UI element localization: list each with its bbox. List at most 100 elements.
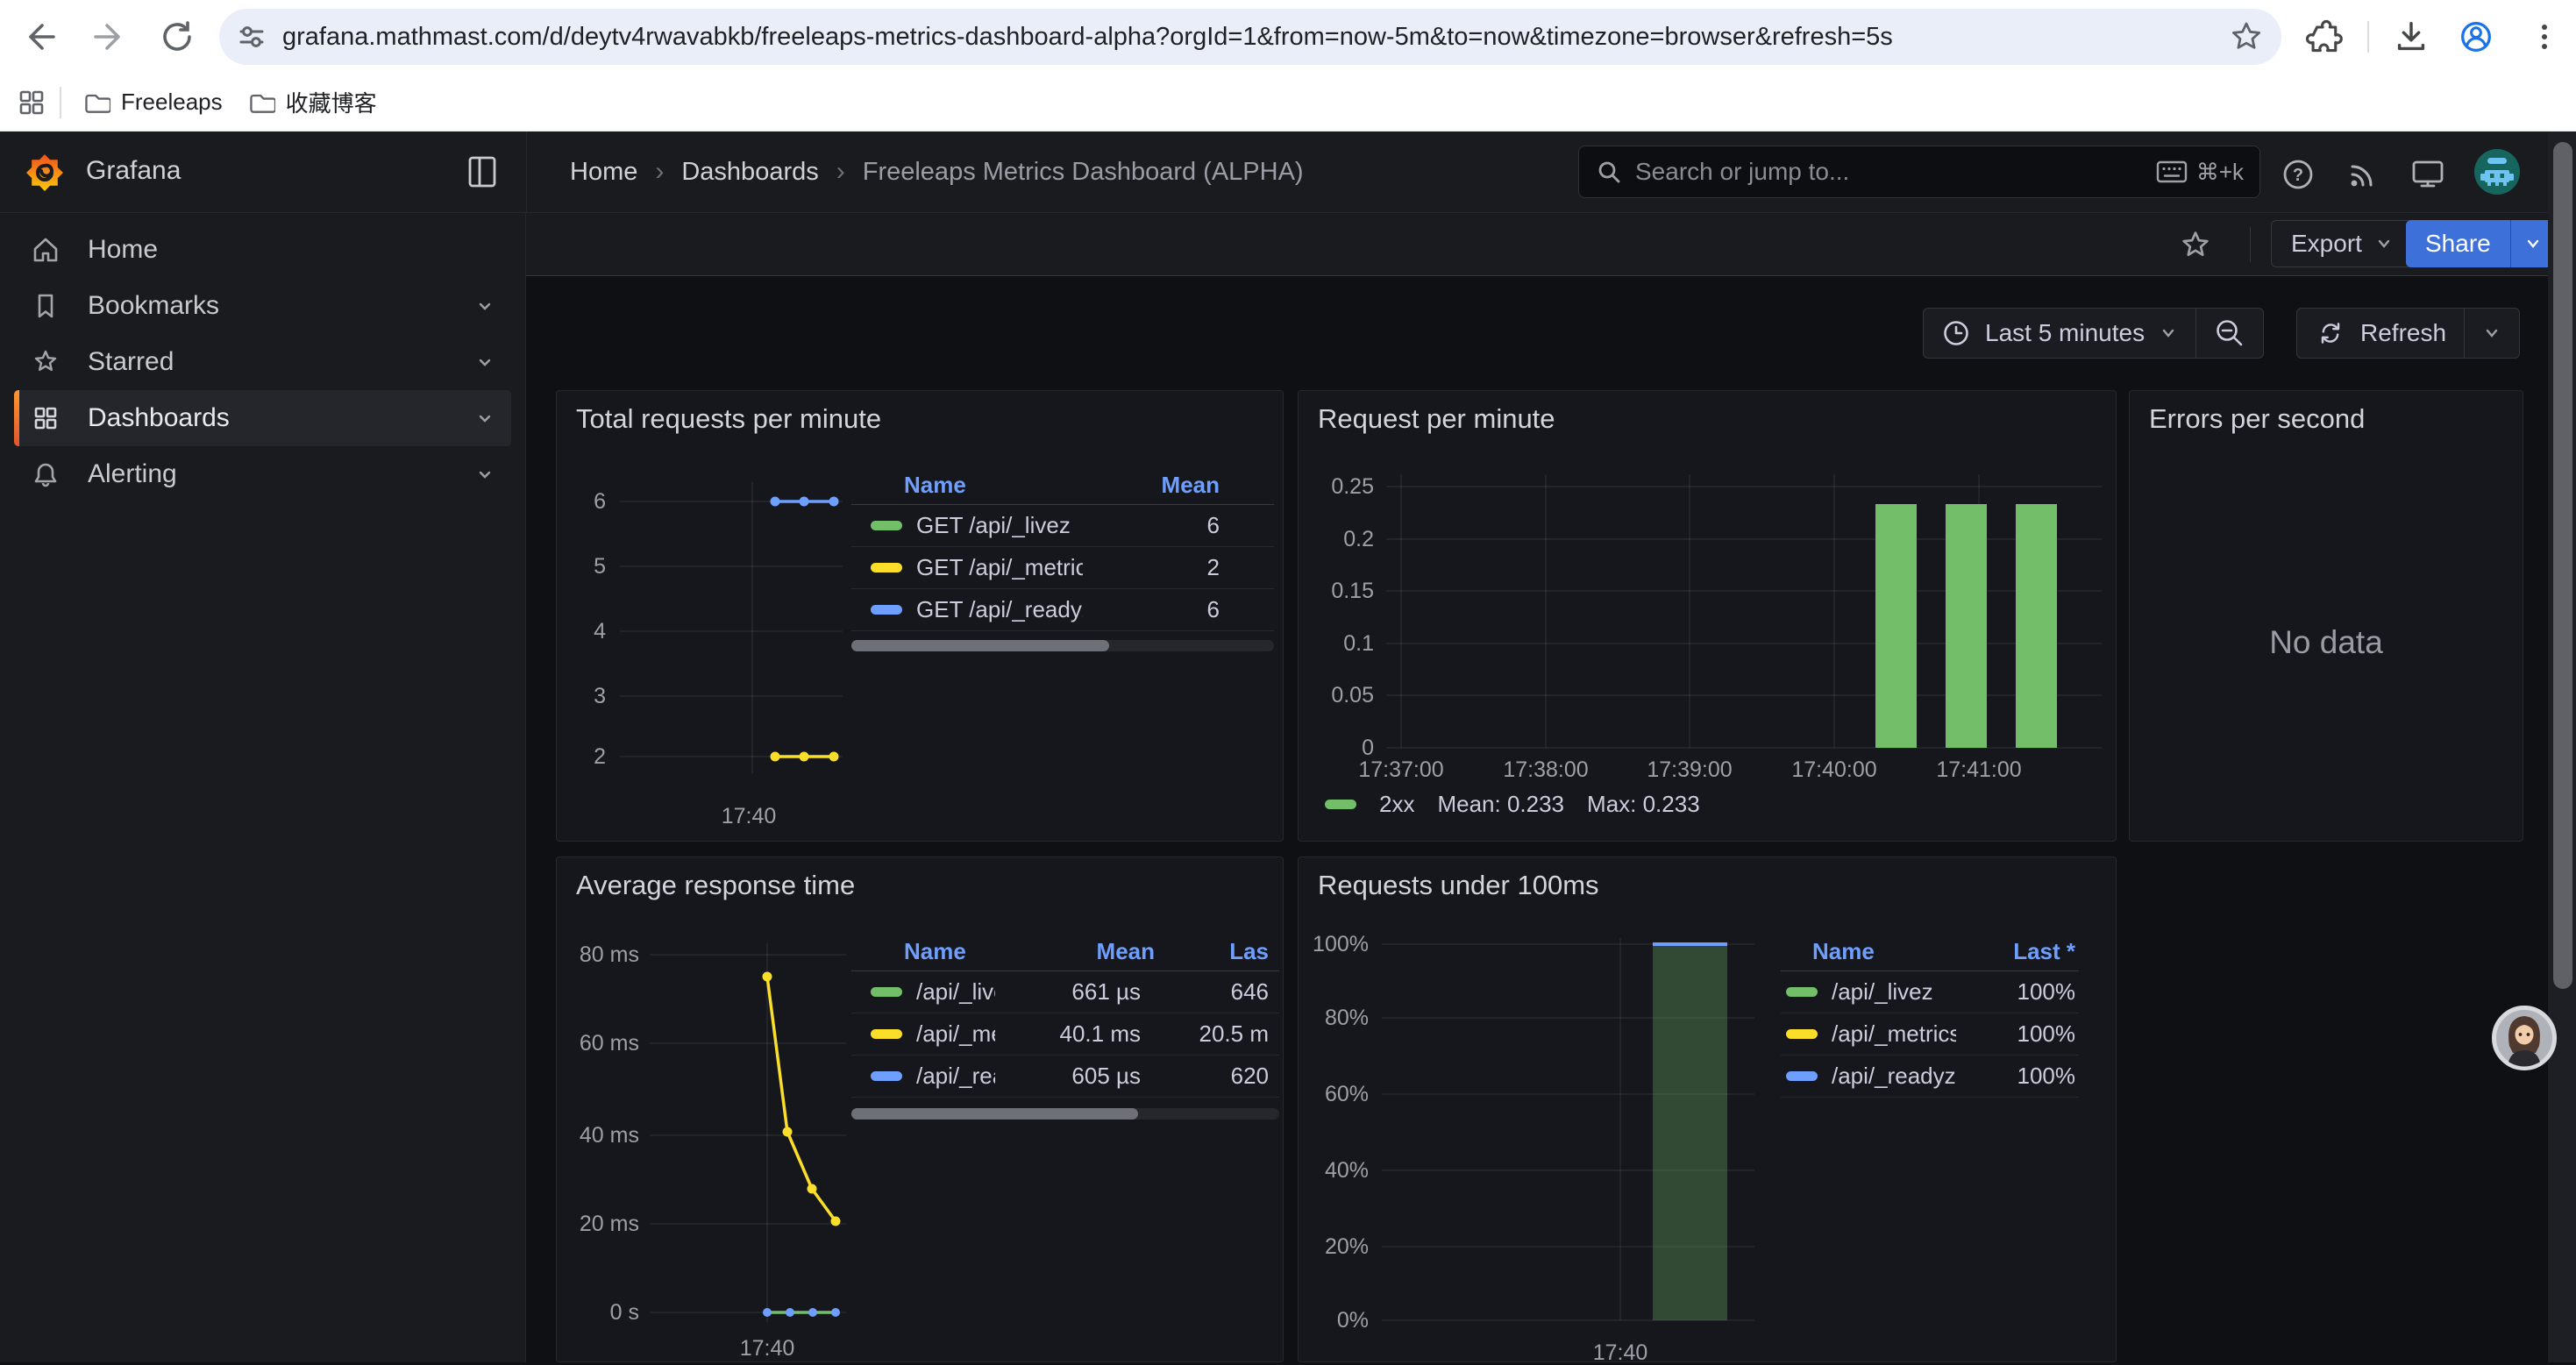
legend-col-last[interactable]: Last * xyxy=(1970,938,2075,965)
y-tick: 6 xyxy=(571,489,606,514)
zoom-out-button[interactable] xyxy=(2195,309,2263,358)
legend-series-name[interactable]: GET /api/_livez xyxy=(916,512,1083,539)
y-tick: 0 xyxy=(1300,736,1374,760)
browser-address-bar[interactable]: grafana.mathmast.com/d/deytv4rwavabkb/fr… xyxy=(219,9,2281,65)
x-tick: 17:37:00 xyxy=(1335,757,1467,782)
legend-col-name[interactable]: Name xyxy=(1812,938,1970,965)
legend-series-name[interactable]: GET /api/_metrics xyxy=(916,554,1083,581)
help-button[interactable]: ? xyxy=(2278,154,2318,195)
sidebar-item-alerting[interactable]: Alerting xyxy=(14,446,511,502)
favorite-dashboard-button[interactable] xyxy=(2176,226,2215,265)
legend-series-name[interactable]: 2xx xyxy=(1379,791,1414,818)
display-button[interactable] xyxy=(2408,154,2448,195)
x-tick: 17:40 xyxy=(1585,1340,1655,1365)
grafana-flame-icon xyxy=(24,152,66,194)
legend-scrollbar[interactable] xyxy=(851,640,1274,651)
browser-menu-button[interactable] xyxy=(2525,16,2564,58)
gridlines xyxy=(650,943,846,1322)
floating-assistant-avatar[interactable] xyxy=(2492,1006,2557,1070)
legend-series-name[interactable]: /api/_livez xyxy=(916,978,995,1006)
legend-series-name[interactable]: /api/_metrics xyxy=(916,1020,995,1048)
grafana-brand-label: Grafana xyxy=(86,156,181,186)
sidebar-toggle-button[interactable] xyxy=(463,153,502,191)
legend[interactable]: 2xx Mean: 0.233 Max: 0.233 xyxy=(1325,791,1700,818)
time-range-picker[interactable]: Last 5 minutes xyxy=(1924,309,2195,358)
legend-table: Name Mean GET /api/_livez 6 GET /api/_me… xyxy=(851,466,1274,631)
download-icon xyxy=(2391,17,2431,57)
legend-col-mean[interactable]: Mean xyxy=(1097,472,1220,499)
keyboard-icon xyxy=(2156,160,2188,183)
page-scrollbar-thumb[interactable] xyxy=(2553,142,2572,989)
back-arrow-icon xyxy=(19,16,61,58)
legend-series-name[interactable]: /api/_livez xyxy=(1832,978,1956,1006)
legend-col-name[interactable]: Name xyxy=(904,472,1097,499)
y-tick: 60 ms xyxy=(559,1031,639,1056)
legend-mean-value: 661 µs xyxy=(1009,978,1141,1006)
share-button[interactable]: Share xyxy=(2406,220,2510,267)
legend-row: /api/_metrics 40.1 ms 20.5 m xyxy=(851,1013,1279,1056)
series-api-livez-readyz xyxy=(763,1308,840,1317)
sidebar-item-bookmarks[interactable]: Bookmarks xyxy=(14,278,511,334)
bookmarks-bar: Freeleaps 收藏博客 xyxy=(0,74,2576,132)
search-input[interactable] xyxy=(1635,158,2144,186)
dashboard-action-bar xyxy=(526,213,2576,276)
legend-row: /api/_livez 661 µs 646 xyxy=(851,971,1279,1013)
legend-row: /api/_readyz 605 µs 620 xyxy=(851,1056,1279,1098)
y-tick: 0.25 xyxy=(1300,474,1374,499)
series-color-pill xyxy=(1786,1071,1818,1081)
user-avatar-button[interactable] xyxy=(2474,149,2520,195)
chevron-down-icon xyxy=(2482,323,2501,343)
panel-title[interactable]: Errors per second xyxy=(2149,403,2365,435)
legend-col-mean[interactable]: Mean xyxy=(1023,938,1155,965)
y-tick: 0.15 xyxy=(1300,579,1374,603)
browser-profile-button[interactable] xyxy=(2455,16,2497,58)
legend-row: /api/_metrics 100% xyxy=(1781,1013,2079,1056)
downloads-button[interactable] xyxy=(2390,16,2432,58)
export-button[interactable]: Export xyxy=(2271,220,2414,267)
series-color-pill xyxy=(871,605,902,615)
breadcrumb-home[interactable]: Home xyxy=(570,158,637,187)
refresh-interval-button[interactable] xyxy=(2464,309,2519,358)
legend-row: GET /api/_readyz 6 xyxy=(851,589,1274,631)
apps-grid-button[interactable] xyxy=(12,83,51,122)
legend-scrollbar[interactable] xyxy=(851,1108,1279,1120)
legend-last-value: 20.5 m xyxy=(1155,1020,1269,1048)
breadcrumb-dashboards[interactable]: Dashboards xyxy=(681,158,818,187)
search-box[interactable]: ⌘+k xyxy=(1578,146,2260,198)
news-button[interactable] xyxy=(2343,154,2383,195)
bookmark-label: Freeleaps xyxy=(121,89,223,116)
chevron-down-icon xyxy=(2159,323,2178,343)
bookmark-star-icon[interactable] xyxy=(2229,19,2264,54)
sidebar-item-home[interactable]: Home xyxy=(14,222,511,278)
browser-forward-button[interactable] xyxy=(88,16,130,58)
active-accent-bar xyxy=(14,390,19,446)
bookmark-folder-freeleaps[interactable]: Freeleaps xyxy=(70,82,235,124)
grafana-logo[interactable] xyxy=(23,151,67,195)
sidebar-item-starred[interactable]: Starred xyxy=(14,334,511,390)
legend-col-name[interactable]: Name xyxy=(904,938,1023,965)
series-color-pill xyxy=(871,1029,902,1039)
grafana-top-nav: Grafana Home › Dashboards › Freeleaps Me… xyxy=(0,132,2576,213)
browser-reload-button[interactable] xyxy=(156,16,198,58)
chevron-down-icon xyxy=(474,464,495,485)
browser-back-button[interactable] xyxy=(19,16,61,58)
refresh-button[interactable]: Refresh xyxy=(2297,309,2464,358)
bookmark-folder-blogs[interactable]: 收藏博客 xyxy=(235,79,389,125)
legend-last-value: 646 xyxy=(1155,978,1269,1006)
extensions-button[interactable] xyxy=(2302,16,2345,58)
legend-series-name[interactable]: /api/_readyz xyxy=(1832,1063,1956,1090)
series-color-pill xyxy=(871,521,902,530)
legend-col-last[interactable]: Las xyxy=(1155,938,1269,965)
x-tick: 17:40 xyxy=(732,1336,802,1361)
sidebar-item-dashboards[interactable]: Dashboards xyxy=(14,390,511,446)
sidebar-item-label: Alerting xyxy=(88,459,177,489)
legend-series-name[interactable]: /api/_readyz xyxy=(916,1063,995,1090)
browser-chrome: grafana.mathmast.com/d/deytv4rwavabkb/fr… xyxy=(0,0,2576,132)
legend-series-name[interactable]: GET /api/_readyz xyxy=(916,596,1083,623)
series-color-pill xyxy=(1786,987,1818,997)
legend-series-name[interactable]: /api/_metrics xyxy=(1832,1020,1956,1048)
time-range-label: Last 5 minutes xyxy=(1985,319,2145,347)
y-tick: 0% xyxy=(1300,1308,1369,1333)
legend-table: Name Last * /api/_livez 100% /api/_metri… xyxy=(1781,933,2079,1098)
chevron-right-icon: › xyxy=(655,157,664,187)
